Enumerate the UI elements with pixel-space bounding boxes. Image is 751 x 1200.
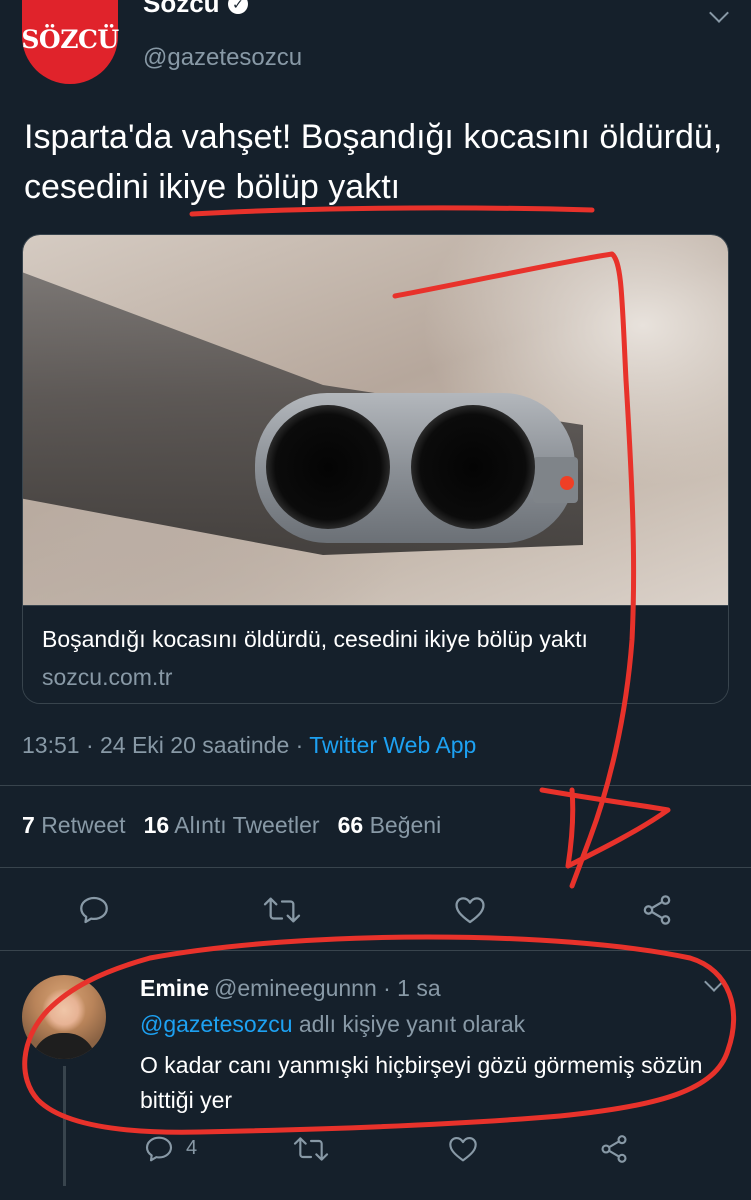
like-stat[interactable]: 66 Beğeni [338, 812, 442, 838]
verified-badge-icon: ✓ [228, 0, 248, 14]
divider [0, 950, 751, 951]
card-meta[interactable]: Boşandığı kocasını öldürdü, cesedini iki… [23, 605, 728, 703]
tweet-timestamp: 13:51 · 24 Eki 20 saatinde · Twitter Web… [22, 732, 476, 759]
retweet-icon[interactable] [262, 893, 302, 927]
card-image[interactable] [23, 235, 728, 605]
link-card[interactable]: Boşandığı kocasını öldürdü, cesedini iki… [22, 234, 729, 704]
retweet-icon[interactable] [292, 1133, 330, 1165]
source-app-link[interactable]: Twitter Web App [309, 732, 476, 758]
retweet-count: 7 [22, 812, 35, 838]
reply-icon[interactable] [143, 1133, 175, 1165]
retweet-label: Retweet [41, 812, 126, 838]
reply-text: O kadar canı yanmışki hiçbirşeyi gözü gö… [140, 1052, 703, 1113]
sozcu-logo-avatar[interactable]: SÖZCÜ [21, 0, 119, 84]
share-icon[interactable] [597, 1133, 631, 1165]
timestamp-text[interactable]: 13:51 · 24 Eki 20 saatinde · [22, 732, 309, 758]
reply-count: 4 [186, 1137, 198, 1159]
tweet-stats: 7 Retweet 16 Alıntı Tweetler 66 Beğeni [22, 812, 441, 839]
share-icon[interactable] [639, 893, 675, 927]
like-count: 66 [337, 812, 364, 838]
card-title: Boşandığı kocasını öldürdü, cesedini iki… [42, 626, 588, 652]
quote-label: Alıntı Tweetler [174, 812, 320, 838]
chevron-down-icon[interactable] [704, 972, 724, 992]
chevron-down-icon[interactable] [709, 3, 729, 23]
author-name[interactable]: Sözcü [143, 0, 220, 19]
quote-count: 16 [143, 812, 170, 838]
avatar-body [32, 1033, 96, 1059]
shotgun-barrel-image [23, 272, 583, 555]
author-handle[interactable]: @gazetesozcu [143, 44, 302, 72]
reply-icon[interactable] [77, 893, 111, 927]
retweet-stat[interactable]: 7 Retweet [22, 812, 126, 838]
divider [0, 867, 751, 868]
replying-to: @gazetesozcu adlı kişiye yanıt olarak [140, 1011, 525, 1038]
arrow-head-annotation [539, 787, 671, 869]
reply-mention[interactable]: @gazetesozcu [140, 1011, 293, 1037]
heart-icon[interactable] [452, 893, 488, 927]
quote-stat[interactable]: 16 Alıntı Tweetler [144, 812, 320, 838]
reply-author-name[interactable]: Emine [140, 975, 209, 1002]
card-domain: sozcu.com.tr [42, 664, 173, 690]
heart-icon[interactable] [446, 1133, 480, 1165]
reply-avatar[interactable] [22, 975, 106, 1059]
thread-line [63, 1066, 66, 1186]
like-label: Beğeni [369, 812, 442, 838]
logo-text: SÖZCÜ [21, 24, 119, 54]
tweet-text: Isparta'da vahşet! Boşandığı kocasını öl… [24, 118, 723, 206]
divider [0, 785, 751, 786]
replying-to-suffix: adlı kişiye yanıt olarak [292, 1011, 526, 1037]
reply-author-handle[interactable]: @emineegunnn · 1 sa [214, 975, 441, 1002]
